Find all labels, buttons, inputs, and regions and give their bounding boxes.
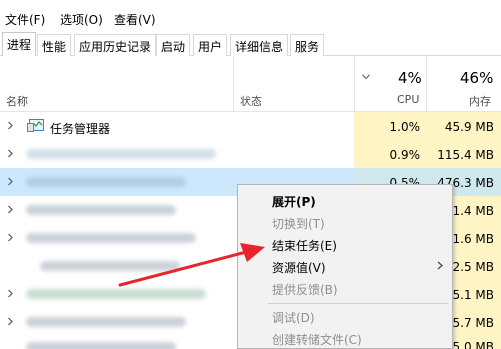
- menu-item-debug: 调试(D): [272, 311, 315, 325]
- context-menu: 展开(P) 切换到(T) 结束任务(E) 资源值(V) 提供反馈(B) 调试(D…: [237, 184, 453, 349]
- redacted-process-name: [26, 342, 176, 349]
- column-status[interactable]: 状态: [240, 93, 262, 109]
- redacted-process-name: [26, 289, 206, 299]
- redacted-process-name: [26, 233, 196, 243]
- column-divider[interactable]: [354, 56, 355, 112]
- expand-chevron-icon[interactable]: [7, 289, 14, 298]
- tab-processes[interactable]: 进程: [2, 32, 37, 57]
- expand-chevron-icon[interactable]: [7, 205, 14, 214]
- tab-details[interactable]: 详细信息: [230, 34, 289, 56]
- memory-total-percent[interactable]: 46%: [460, 69, 493, 87]
- table-row[interactable]: 0.9% 115.4 MB: [0, 140, 501, 168]
- column-header: 名称 状态 4% CPU 46% 内存: [0, 56, 501, 112]
- process-name: 任务管理器: [50, 122, 111, 136]
- redacted-process-name: [26, 317, 186, 327]
- cpu-total-percent[interactable]: 4%: [398, 69, 422, 87]
- tab-startup[interactable]: 启动: [156, 34, 191, 56]
- tab-services[interactable]: 服务: [290, 34, 325, 56]
- redacted-process-name: [26, 205, 176, 215]
- memory-cell: 115.4 MB: [426, 140, 501, 168]
- redacted-process-name: [40, 261, 180, 271]
- menu-item-switch-to: 切换到(T): [272, 217, 325, 231]
- column-divider[interactable]: [426, 56, 427, 112]
- memory-cell: 45.9 MB: [426, 112, 501, 140]
- column-cpu[interactable]: CPU: [397, 93, 419, 106]
- menu-options[interactable]: 选项(O): [60, 11, 103, 28]
- tab-app-history[interactable]: 应用历史记录: [74, 34, 157, 56]
- cpu-cell: 0.9%: [354, 140, 426, 168]
- cpu-cell: 1.0%: [354, 112, 426, 140]
- column-memory[interactable]: 内存: [469, 93, 491, 109]
- table-row[interactable]: 任务管理器 1.0% 45.9 MB: [0, 112, 501, 140]
- column-name[interactable]: 名称: [6, 93, 28, 109]
- expand-chevron-icon[interactable]: [7, 177, 14, 186]
- menu-item-create-dump: 创建转储文件(C): [272, 333, 362, 347]
- redacted-process-name: [26, 177, 186, 187]
- menu-item-feedback: 提供反馈(B): [272, 283, 338, 297]
- sort-chevron-down-icon: [362, 74, 370, 80]
- menu-view[interactable]: 查看(V): [114, 11, 156, 28]
- expand-chevron-icon[interactable]: [7, 317, 14, 326]
- menu-file[interactable]: 文件(F): [5, 11, 45, 28]
- menu-item-end-task[interactable]: 结束任务(E): [272, 237, 337, 254]
- expand-chevron-icon[interactable]: [7, 149, 14, 158]
- menu-item-resource-values[interactable]: 资源值(V): [272, 259, 326, 276]
- menu-item-expand[interactable]: 展开(P): [272, 193, 316, 210]
- menu-separator: [268, 303, 448, 304]
- menu-bar: 文件(F) 选项(O) 查看(V): [0, 0, 501, 30]
- submenu-chevron-right-icon: [437, 261, 443, 270]
- tab-performance[interactable]: 性能: [37, 34, 72, 56]
- tab-users[interactable]: 用户: [193, 34, 228, 56]
- tab-bar: 进程 性能 应用历史记录 启动 用户 详细信息 服务: [0, 32, 501, 57]
- task-manager-app-icon: [27, 119, 44, 132]
- redacted-process-name: [26, 149, 216, 159]
- expand-chevron-icon[interactable]: [7, 121, 14, 130]
- column-divider[interactable]: [233, 56, 234, 112]
- expand-chevron-icon[interactable]: [7, 233, 14, 242]
